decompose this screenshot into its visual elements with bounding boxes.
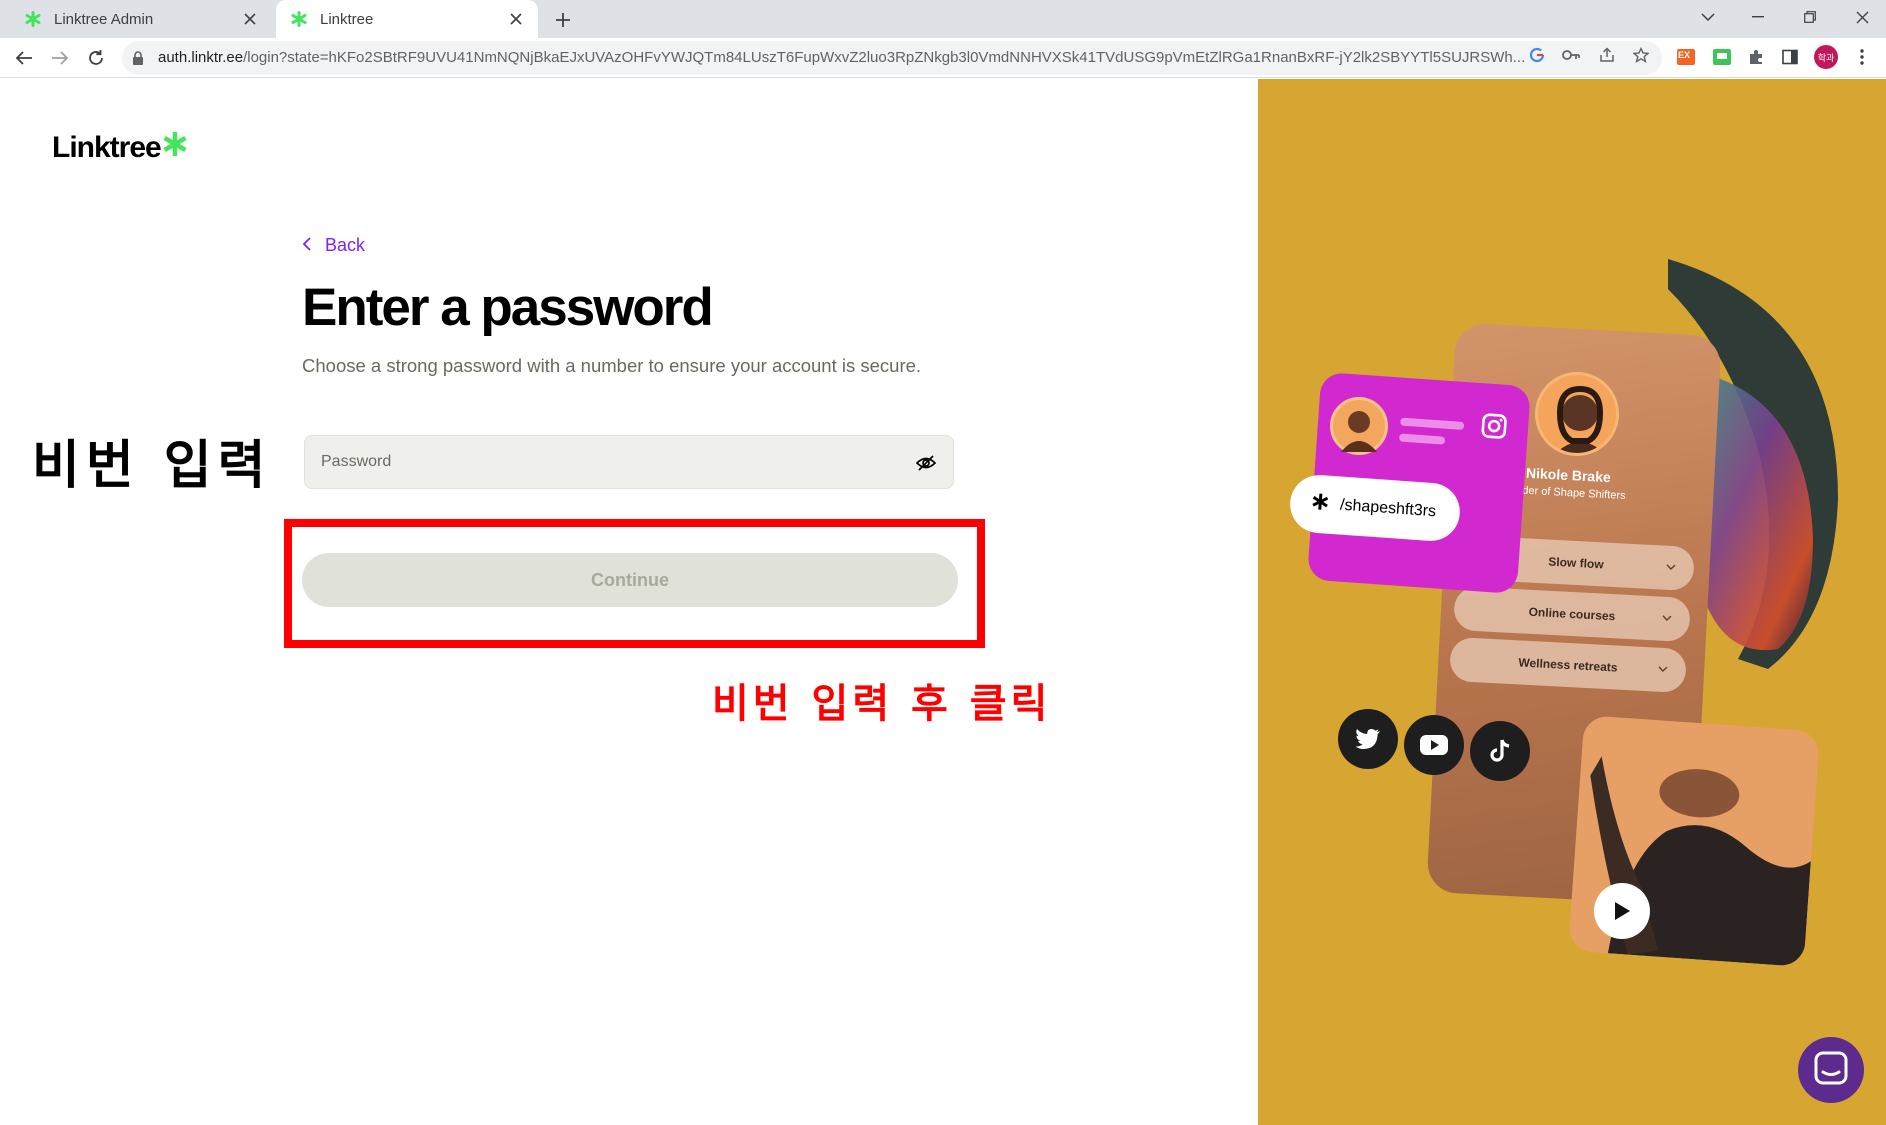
link-pill-label: Online courses <box>1528 604 1616 624</box>
green-extension-icon[interactable] <box>1712 47 1732 67</box>
browser-toolbar: auth.linktr.ee/login?state=hKFo2SBtRF9UV… <box>0 38 1886 78</box>
twitter-icon <box>1338 709 1398 769</box>
tab-search-chevron-icon[interactable] <box>1686 0 1730 34</box>
page-subtitle: Choose a strong password with a number t… <box>302 355 922 376</box>
forward-arrow-icon[interactable] <box>46 44 74 72</box>
chevron-down-icon <box>1666 560 1677 575</box>
url-host: auth.linktr.ee <box>158 49 244 66</box>
new-tab-icon[interactable] <box>550 7 576 33</box>
play-button-icon <box>1594 883 1650 939</box>
handle-chip: /shapeshft3rs <box>1288 473 1462 543</box>
annotation-click-after-password: 비번 입력 후 클릭 <box>712 681 1052 727</box>
side-panel-icon[interactable] <box>1780 47 1800 67</box>
extensions-puzzle-icon[interactable] <box>1746 47 1766 67</box>
url-path: /login?state=hKFo2SBtRF9UVU41NmNQNjBkaEJ… <box>243 49 1526 66</box>
password-field <box>304 435 954 489</box>
chevron-down-icon <box>1662 611 1673 626</box>
chat-bubble-icon <box>1814 1051 1848 1090</box>
back-label: Back <box>325 235 366 255</box>
back-link[interactable]: Back <box>302 235 365 256</box>
chevron-down-icon <box>1658 662 1669 677</box>
chevron-left-icon <box>302 235 311 256</box>
minimize-icon[interactable] <box>1736 0 1780 34</box>
kebab-menu-icon[interactable] <box>1852 47 1872 67</box>
linktree-asterisk-icon <box>163 131 187 165</box>
instagram-icon <box>1479 411 1509 446</box>
tiktok-icon <box>1470 721 1530 781</box>
tab-linktree[interactable]: Linktree <box>276 0 538 38</box>
tab-close-icon[interactable] <box>504 7 528 31</box>
profile-avatar-label: 학과 <box>1817 53 1835 64</box>
tab-title: Linktree <box>320 10 374 28</box>
youtube-icon <box>1404 715 1464 775</box>
address-bar[interactable]: auth.linktr.ee/login?state=hKFo2SBtRF9UV… <box>122 41 1662 75</box>
support-chat-button[interactable] <box>1798 1037 1864 1103</box>
small-avatar-image <box>1330 397 1388 455</box>
ex-extension-icon[interactable]: EX <box>1676 47 1696 67</box>
share-icon[interactable] <box>1598 46 1616 64</box>
bookmark-star-icon[interactable] <box>1632 46 1650 64</box>
password-key-icon[interactable] <box>1562 46 1580 64</box>
lock-icon[interactable] <box>132 51 144 70</box>
link-pill-label: Slow flow <box>1547 554 1605 572</box>
page-title: Enter a password <box>302 278 714 337</box>
reload-icon[interactable] <box>82 44 110 72</box>
password-input[interactable] <box>321 436 881 488</box>
browser-tab-strip: Linktree Admin Linktree <box>0 0 1886 38</box>
ex-extension-label: EX <box>1678 50 1691 60</box>
tab-close-icon[interactable] <box>238 7 262 31</box>
handle-text: /shapeshft3rs <box>1339 496 1437 521</box>
back-arrow-icon[interactable] <box>10 44 38 72</box>
tab-linktree-admin[interactable]: Linktree Admin <box>10 0 272 38</box>
screen: Linktree Admin Linktree auth.linktr.ee/l… <box>0 0 1886 1125</box>
linktree-logo[interactable]: Linktree <box>52 131 187 165</box>
promo-illustration-panel: Nikole Brake under of Shape Shifters Slo… <box>1258 79 1886 1125</box>
link-pill-label: Wellness retreats <box>1518 655 1618 675</box>
linktree-favicon-icon <box>290 10 308 28</box>
annotation-enter-password: 비번 입력 <box>32 436 272 496</box>
page-content: Linktree Back Enter a password Choose a … <box>0 79 1886 1125</box>
google-lens-icon[interactable] <box>1528 46 1546 64</box>
login-form-panel: Linktree Back Enter a password Choose a … <box>0 79 1258 1125</box>
placeholder-text-lines <box>1399 417 1465 445</box>
restore-icon[interactable] <box>1788 0 1832 34</box>
tab-title: Linktree Admin <box>54 10 154 28</box>
linktree-asterisk-icon <box>1311 493 1329 516</box>
red-highlight-box <box>284 519 985 648</box>
close-window-icon[interactable] <box>1840 0 1884 34</box>
profile-avatar-image <box>1535 372 1619 456</box>
profile-avatar[interactable]: 학과 <box>1814 45 1838 69</box>
hide-password-eye-icon[interactable] <box>915 452 937 474</box>
url-text: auth.linktr.ee/login?state=hKFo2SBtRF9UV… <box>158 49 1638 66</box>
logo-wordmark: Linktree <box>52 131 162 164</box>
linktree-favicon-icon <box>24 10 42 28</box>
